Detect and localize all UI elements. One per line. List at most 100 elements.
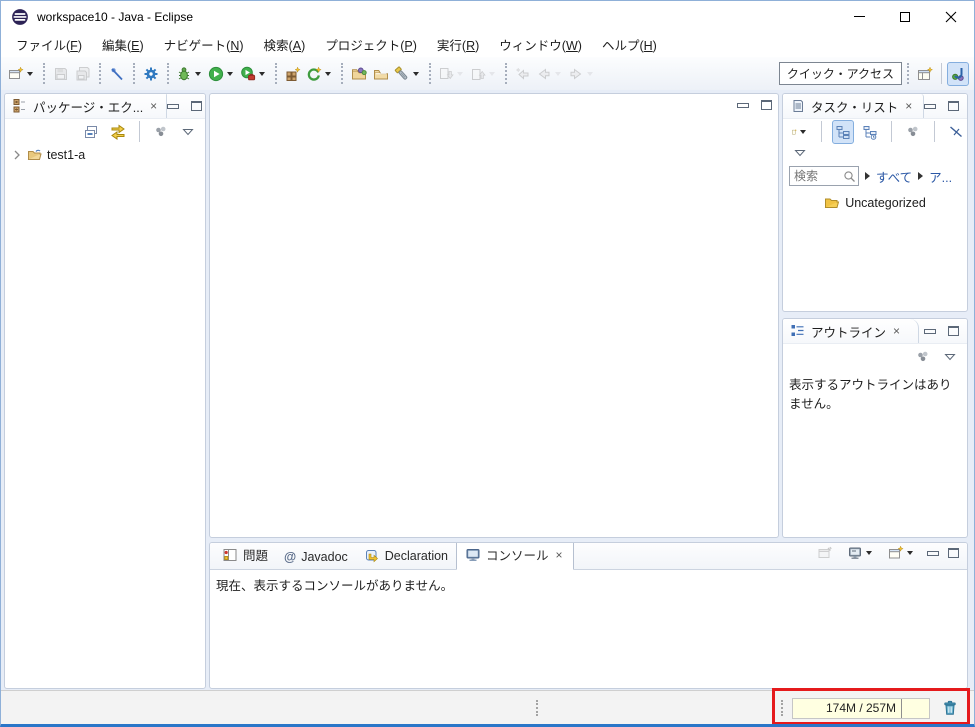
filter-activate-link[interactable]: ア... bbox=[929, 167, 952, 186]
editor-header bbox=[210, 94, 778, 116]
scheduled-view-button[interactable] bbox=[859, 120, 881, 144]
new-task-button[interactable] bbox=[789, 120, 811, 144]
menu-item-file[interactable]: ファイル(F) bbox=[6, 31, 92, 58]
outline-minmax bbox=[924, 326, 967, 336]
forward-button[interactable] bbox=[566, 62, 598, 86]
link-with-editor-button[interactable] bbox=[107, 120, 129, 144]
maximize-view-button[interactable] bbox=[948, 101, 959, 111]
skip-all-breakpoints-button[interactable] bbox=[106, 62, 128, 86]
new-wizard-button[interactable] bbox=[6, 62, 38, 86]
save-all-button[interactable] bbox=[72, 62, 94, 86]
open-task-button[interactable] bbox=[370, 62, 392, 86]
external-tools-button[interactable] bbox=[238, 62, 270, 86]
next-annotation-dropdown[interactable] bbox=[457, 72, 463, 76]
debug-button[interactable] bbox=[174, 62, 206, 86]
maximize-view-button[interactable] bbox=[948, 326, 959, 336]
maximize-view-button[interactable] bbox=[191, 101, 202, 111]
statusbar-grip[interactable] bbox=[536, 700, 538, 716]
heap-status[interactable]: 174M / 257M bbox=[792, 698, 930, 719]
close-view-icon[interactable]: × bbox=[891, 325, 902, 337]
hide-completed-button[interactable] bbox=[945, 120, 967, 144]
search-button[interactable] bbox=[392, 62, 424, 86]
collapse-all-button[interactable] bbox=[80, 120, 102, 144]
minimize-view-button[interactable] bbox=[927, 551, 939, 556]
minimize-editor-button[interactable] bbox=[737, 103, 749, 108]
filter-all-link[interactable]: すべて bbox=[876, 167, 912, 186]
minimize-view-button[interactable] bbox=[924, 104, 936, 109]
menu-item-edit[interactable]: 編集(E) bbox=[92, 31, 154, 58]
build-all-button[interactable] bbox=[140, 62, 162, 86]
minimize-view-button[interactable] bbox=[167, 104, 179, 109]
new-task-dropdown[interactable] bbox=[800, 130, 806, 134]
next-annotation-button[interactable] bbox=[436, 62, 468, 86]
new-wizard-dropdown[interactable] bbox=[27, 72, 33, 76]
debug-dropdown[interactable] bbox=[195, 72, 201, 76]
expand-activate-icon[interactable] bbox=[918, 172, 923, 180]
close-view-icon[interactable]: × bbox=[903, 100, 914, 112]
view-menu-button[interactable] bbox=[902, 120, 924, 144]
maximize-view-button[interactable] bbox=[948, 548, 959, 558]
new-java-class-button[interactable] bbox=[304, 62, 336, 86]
new-java-project-button[interactable] bbox=[282, 62, 304, 86]
tab-problems[interactable]: 問題 bbox=[214, 542, 276, 569]
tab-console[interactable]: コンソール × bbox=[456, 542, 574, 570]
back-dropdown[interactable] bbox=[555, 72, 561, 76]
heap-usage-marker bbox=[901, 699, 902, 718]
minimize-view-button[interactable] bbox=[924, 329, 936, 334]
menu-item-project[interactable]: プロジェクト(P) bbox=[315, 31, 427, 58]
menu-item-search[interactable]: 検索(A) bbox=[254, 31, 316, 58]
external-tools-dropdown[interactable] bbox=[259, 72, 265, 76]
outline-toolbar bbox=[783, 344, 967, 369]
view-menu-button[interactable] bbox=[912, 345, 934, 369]
tab-declaration[interactable]: Declaration bbox=[356, 543, 456, 569]
previous-annotation-button[interactable] bbox=[468, 62, 500, 86]
view-pulldown-button[interactable] bbox=[177, 120, 199, 144]
view-menu-button[interactable] bbox=[150, 120, 172, 144]
window-close-button[interactable] bbox=[928, 1, 974, 32]
next-annotation-icon bbox=[438, 66, 454, 82]
maximize-editor-button[interactable] bbox=[761, 100, 772, 110]
expand-all-icon[interactable] bbox=[865, 172, 870, 180]
quick-access-input[interactable]: クイック・アクセス bbox=[779, 62, 902, 85]
run-garbage-collector-button[interactable] bbox=[939, 696, 961, 720]
display-console-dropdown[interactable] bbox=[866, 551, 872, 555]
package-explorer-tab[interactable]: パッケージ・エク... × bbox=[5, 94, 166, 118]
java-perspective-button[interactable] bbox=[947, 62, 969, 86]
open-console-dropdown[interactable] bbox=[907, 551, 913, 555]
window-maximize-button[interactable] bbox=[882, 1, 928, 32]
pin-console-button[interactable] bbox=[814, 542, 836, 565]
save-button[interactable] bbox=[50, 62, 72, 86]
menubar: ファイル(F) 編集(E) ナビゲート(N) 検索(A) プロジェクト(P) 実… bbox=[1, 32, 974, 57]
scheduled-icon bbox=[862, 124, 878, 140]
back-button[interactable] bbox=[534, 62, 566, 86]
run-button[interactable] bbox=[206, 62, 238, 86]
close-tab-icon[interactable]: × bbox=[554, 549, 565, 561]
project-tree-item[interactable]: test1-a bbox=[5, 144, 205, 166]
task-list-tab[interactable]: タスク・リスト × bbox=[783, 94, 921, 118]
run-dropdown[interactable] bbox=[227, 72, 233, 76]
window-minimize-button[interactable] bbox=[836, 1, 882, 32]
menu-item-help[interactable]: ヘルプ(H) bbox=[592, 31, 667, 58]
categorized-view-button[interactable] bbox=[832, 120, 854, 144]
menu-item-navigate[interactable]: ナビゲート(N) bbox=[154, 31, 254, 58]
menu-item-run[interactable]: 実行(R) bbox=[427, 31, 489, 58]
open-console-icon bbox=[888, 545, 904, 561]
toolbar-overflow-button[interactable] bbox=[789, 141, 811, 165]
uncategorized-row[interactable]: Uncategorized bbox=[783, 190, 967, 211]
close-view-icon[interactable]: × bbox=[148, 100, 159, 112]
open-console-button[interactable] bbox=[886, 542, 918, 565]
display-console-button[interactable] bbox=[845, 542, 877, 565]
outline-tab[interactable]: アウトライン × bbox=[783, 319, 909, 343]
forward-dropdown[interactable] bbox=[587, 72, 593, 76]
open-type-button[interactable] bbox=[348, 62, 370, 86]
previous-annotation-dropdown[interactable] bbox=[489, 72, 495, 76]
search-dropdown[interactable] bbox=[413, 72, 419, 76]
heap-grip[interactable] bbox=[781, 700, 783, 716]
tab-javadoc[interactable]: @ Javadoc bbox=[276, 545, 356, 569]
view-pulldown-button[interactable] bbox=[939, 345, 961, 369]
new-java-class-dropdown[interactable] bbox=[325, 72, 331, 76]
last-edit-location-button[interactable] bbox=[512, 62, 534, 86]
open-perspective-button[interactable] bbox=[914, 62, 936, 86]
expander-icon[interactable] bbox=[11, 149, 23, 161]
menu-item-window[interactable]: ウィンドウ(W) bbox=[489, 31, 592, 58]
